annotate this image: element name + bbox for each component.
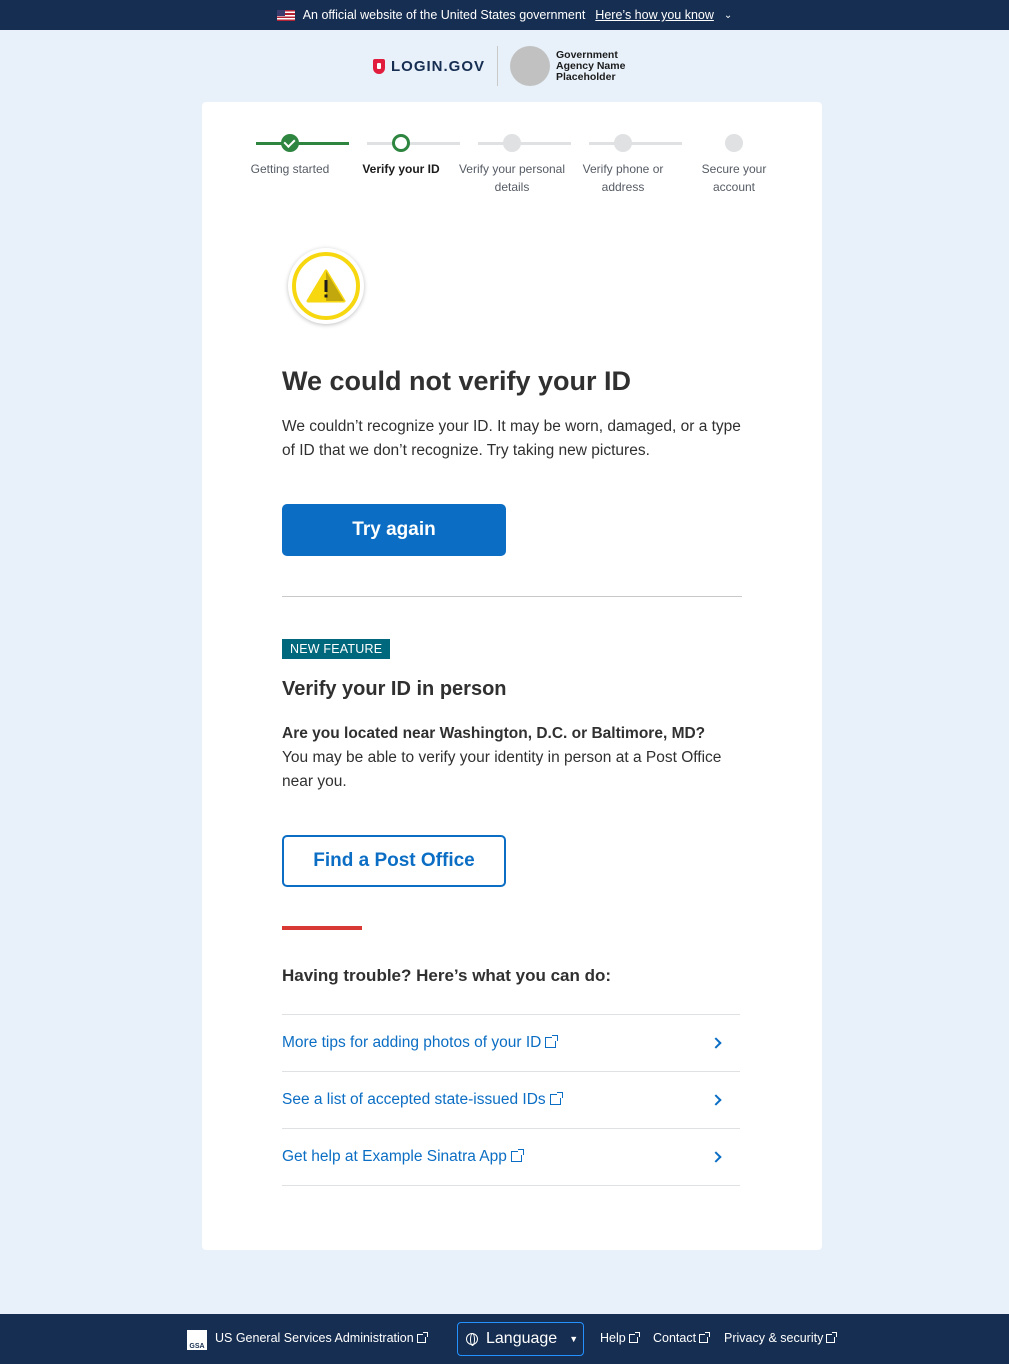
globe-icon <box>466 1333 478 1346</box>
step-pending-dot <box>503 134 521 152</box>
login-gov-logo[interactable]: LOGIN.GOV <box>372 46 498 86</box>
try-again-button[interactable]: Try again <box>282 504 506 556</box>
site-header: LOGIN.GOV Government Agency Name Placeho… <box>0 44 1009 88</box>
external-link-icon <box>545 1035 559 1048</box>
chevron-right-icon <box>710 1094 722 1106</box>
chevron-down-icon[interactable]: ⌄ <box>724 10 732 21</box>
step-pending-dot <box>614 134 632 152</box>
list-item-get-help[interactable]: Get help at Example Sinatra App <box>282 1129 740 1186</box>
privacy-link-wrapper[interactable]: Privacy & security <box>724 1331 838 1345</box>
external-link-icon <box>510 1149 524 1162</box>
language-label: Language <box>486 1330 558 1347</box>
step-indicator: Getting started Verify your ID Verify yo… <box>238 134 793 204</box>
step-current-dot <box>392 134 410 152</box>
step-label: Verify your personal details <box>458 162 566 194</box>
step-label: Verify your ID <box>362 162 440 176</box>
trouble-heading: Having trouble? Here’s what you can do: <box>282 966 612 985</box>
contact-link[interactable]: Contact <box>653 1331 696 1345</box>
accent-rule <box>282 926 362 930</box>
heres-how-you-know-link[interactable]: Here’s how you know <box>595 8 714 22</box>
in-person-heading: Verify your ID in person <box>282 678 507 700</box>
external-link-icon <box>549 1092 563 1105</box>
gsa-logo: GSA <box>187 1330 207 1350</box>
language-button[interactable]: Language ▼ <box>457 1322 584 1356</box>
logo-text: LOGIN.GOV <box>390 57 485 75</box>
step-label: Secure your account <box>701 162 767 194</box>
step-connector <box>589 142 682 145</box>
chevron-right-icon <box>710 1037 722 1049</box>
step-connector <box>256 142 349 145</box>
agency-branding: Government Agency Name Placeholder <box>498 46 636 86</box>
help-link[interactable]: Help <box>600 1331 626 1345</box>
gsa-link-wrapper[interactable]: US General Services Administration <box>215 1331 428 1345</box>
chevron-right-icon <box>710 1151 722 1163</box>
get-help-link[interactable]: Get help at Example Sinatra App <box>282 1148 507 1165</box>
trouble-links-list: More tips for adding photos of your ID S… <box>282 1014 740 1186</box>
step-pending-dot <box>725 134 743 152</box>
gsa-link[interactable]: US General Services Administration <box>215 1331 414 1345</box>
external-link-icon <box>699 1332 711 1343</box>
shield-icon <box>372 58 385 74</box>
gov-banner-text: An official website of the United States… <box>302 8 586 22</box>
page-heading: We could not verify your ID <box>282 366 632 396</box>
find-post-office-button[interactable]: Find a Post Office <box>282 835 506 887</box>
new-feature-tag: NEW FEATURE <box>282 639 391 659</box>
external-link-icon <box>628 1332 640 1343</box>
warning-badge <box>288 248 364 324</box>
error-message: We couldn’t recognize your ID. It may be… <box>282 418 741 459</box>
privacy-link[interactable]: Privacy & security <box>724 1331 823 1345</box>
external-link-icon <box>826 1332 838 1343</box>
step-label: Getting started <box>250 162 330 176</box>
help-link-wrapper[interactable]: Help <box>600 1331 640 1345</box>
photo-tips-link[interactable]: More tips for adding photos of your ID <box>282 1034 541 1051</box>
in-person-description: You may be able to verify your identity … <box>282 749 722 790</box>
step-complete-check-icon <box>281 134 299 152</box>
section-divider <box>282 596 742 597</box>
in-person-question: Are you located near Washington, D.C. or… <box>282 725 706 742</box>
us-flag-icon <box>276 9 295 21</box>
external-link-icon <box>416 1332 428 1343</box>
gov-banner: An official website of the United States… <box>0 0 1009 30</box>
agency-name: Government Agency Name Placeholder <box>556 48 626 83</box>
contact-link-wrapper[interactable]: Contact <box>653 1331 711 1345</box>
agency-logo <box>510 46 550 86</box>
warning-icon <box>306 269 346 303</box>
step-label: Verify phone or address <box>582 162 664 194</box>
caret-down-icon: ▼ <box>569 1334 579 1344</box>
accepted-ids-link[interactable]: See a list of accepted state-issued IDs <box>282 1091 546 1108</box>
list-item-photo-tips[interactable]: More tips for adding photos of your ID <box>282 1015 740 1072</box>
main-card: Getting started Verify your ID Verify yo… <box>202 102 822 1250</box>
step-connector <box>367 142 460 145</box>
step-connector <box>478 142 571 145</box>
site-footer: GSA US General Services Administration L… <box>0 1314 1009 1364</box>
list-item-accepted-ids[interactable]: See a list of accepted state-issued IDs <box>282 1072 740 1129</box>
